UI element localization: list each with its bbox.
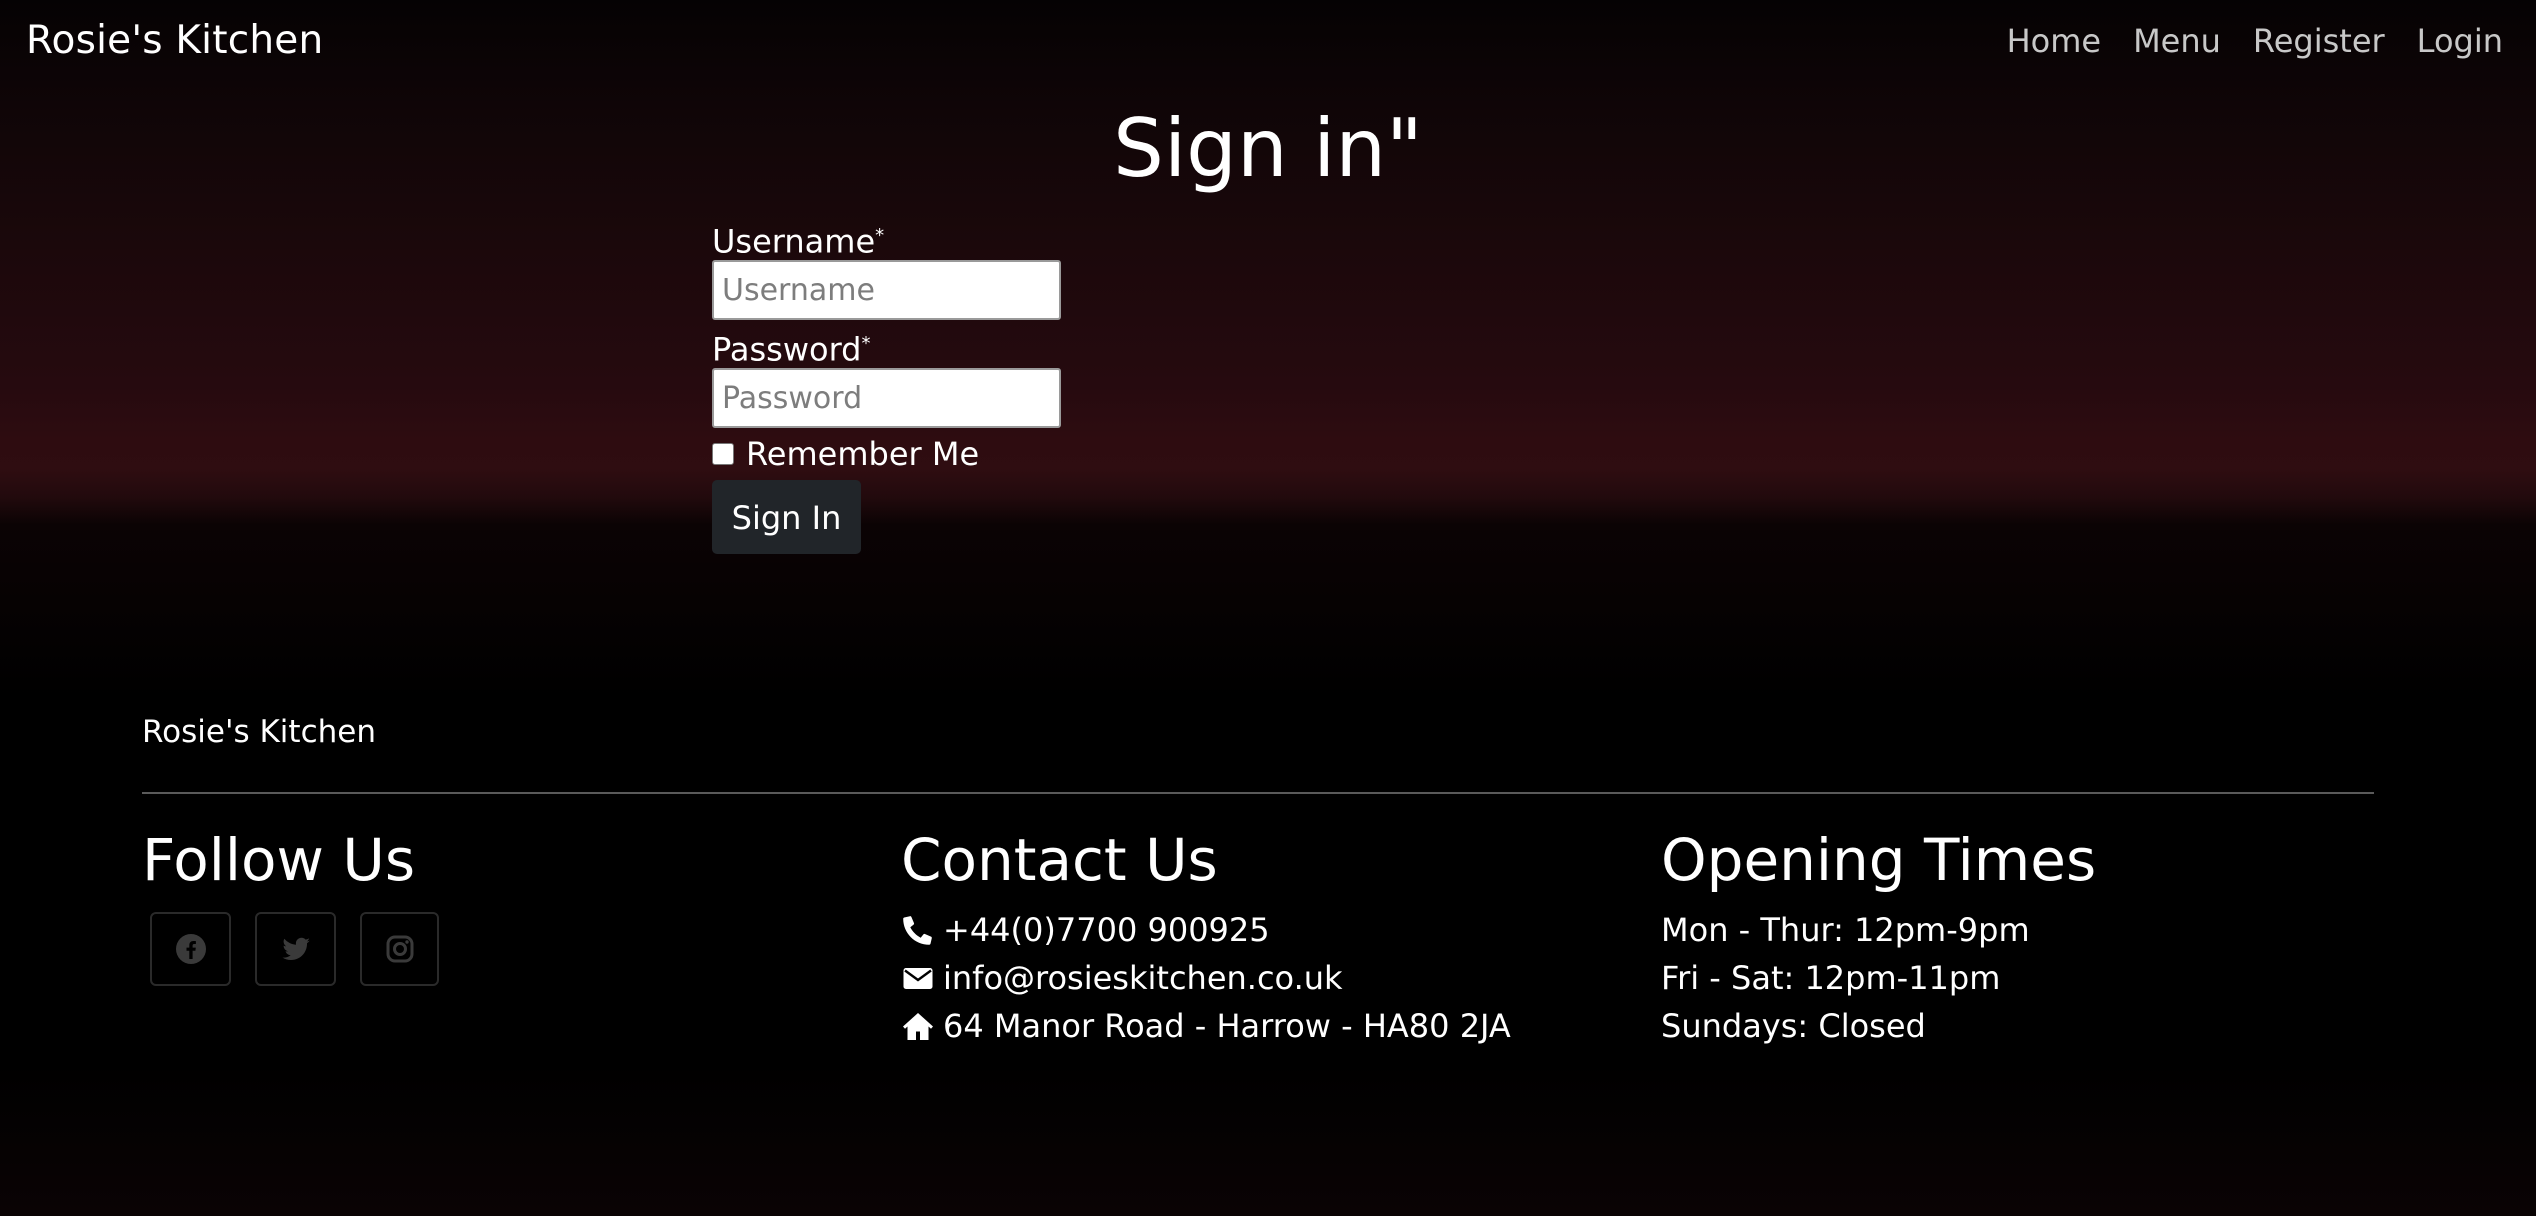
hours-weekday: Mon - Thur: 12pm-9pm [1661,911,2030,949]
remember-me-checkbox[interactable] [712,443,734,465]
password-label: Password* [712,324,1072,369]
opening-hours-list: Mon - Thur: 12pm-9pm Fri - Sat: 12pm-11p… [1661,906,2096,1050]
social-links [150,912,463,986]
contact-address: 64 Manor Road - Harrow - HA80 2JA [901,1002,1511,1050]
sign-in-button[interactable]: Sign In [712,480,861,554]
remember-me-label[interactable]: Remember Me [746,435,979,473]
street-address: 64 Manor Road - Harrow - HA80 2JA [943,1007,1511,1045]
opening-times-heading: Opening Times [1661,826,2097,894]
page-title: Sign in" [1113,102,1423,195]
twitter-icon [281,937,310,960]
opening-times-section: Opening Times Mon - Thur: 12pm-9pm Fri -… [1661,822,2096,1050]
contact-phone: +44(0)7700 900925 [901,906,1511,954]
envelope-icon [903,968,933,989]
email-address[interactable]: info@rosieskitchen.co.uk [943,954,1343,1002]
instagram-button[interactable] [360,912,439,986]
hours-weekend: Fri - Sat: 12pm-11pm [1661,959,2001,997]
facebook-button[interactable] [150,912,231,986]
username-input[interactable] [712,260,1061,320]
footer-brand: Rosie's Kitchen [142,714,376,750]
house-icon [903,1013,933,1040]
hours-sunday: Sundays: Closed [1661,1007,1926,1045]
follow-us-heading: Follow Us [142,826,416,894]
nav-home-link[interactable]: Home [2007,22,2102,60]
facebook-icon [175,934,206,964]
nav-login-link[interactable]: Login [2417,22,2503,60]
nav-register-link[interactable]: Register [2253,22,2385,60]
username-label-text: Username [712,222,876,261]
contact-details: +44(0)7700 900925 info@rosieskitchen.co.… [901,906,1511,1050]
username-label: Username* [712,216,1072,261]
navbar-brand[interactable]: Rosie's Kitchen [26,18,323,63]
follow-us-section: Follow Us [142,822,463,986]
instagram-icon [386,935,413,963]
signin-form: Username* Password* Remember Me Sign In [712,216,1072,554]
twitter-button[interactable] [255,912,336,986]
contact-email: info@rosieskitchen.co.uk [901,954,1511,1002]
required-marker: * [875,225,885,246]
contact-us-heading: Contact Us [901,826,1218,894]
nav-menu-link[interactable]: Menu [2133,22,2221,60]
remember-me-row: Remember Me [712,432,1072,476]
required-marker: * [861,333,871,354]
password-label-text: Password [712,330,862,369]
password-input[interactable] [712,368,1061,428]
phone-icon [903,916,932,945]
phone-number[interactable]: +44(0)7700 900925 [943,906,1270,954]
footer-divider [142,792,2374,794]
contact-us-section: Contact Us +44(0)7700 900925 info@rosies… [901,822,1511,1050]
main-nav: Home Menu Register Login [2007,22,2503,60]
